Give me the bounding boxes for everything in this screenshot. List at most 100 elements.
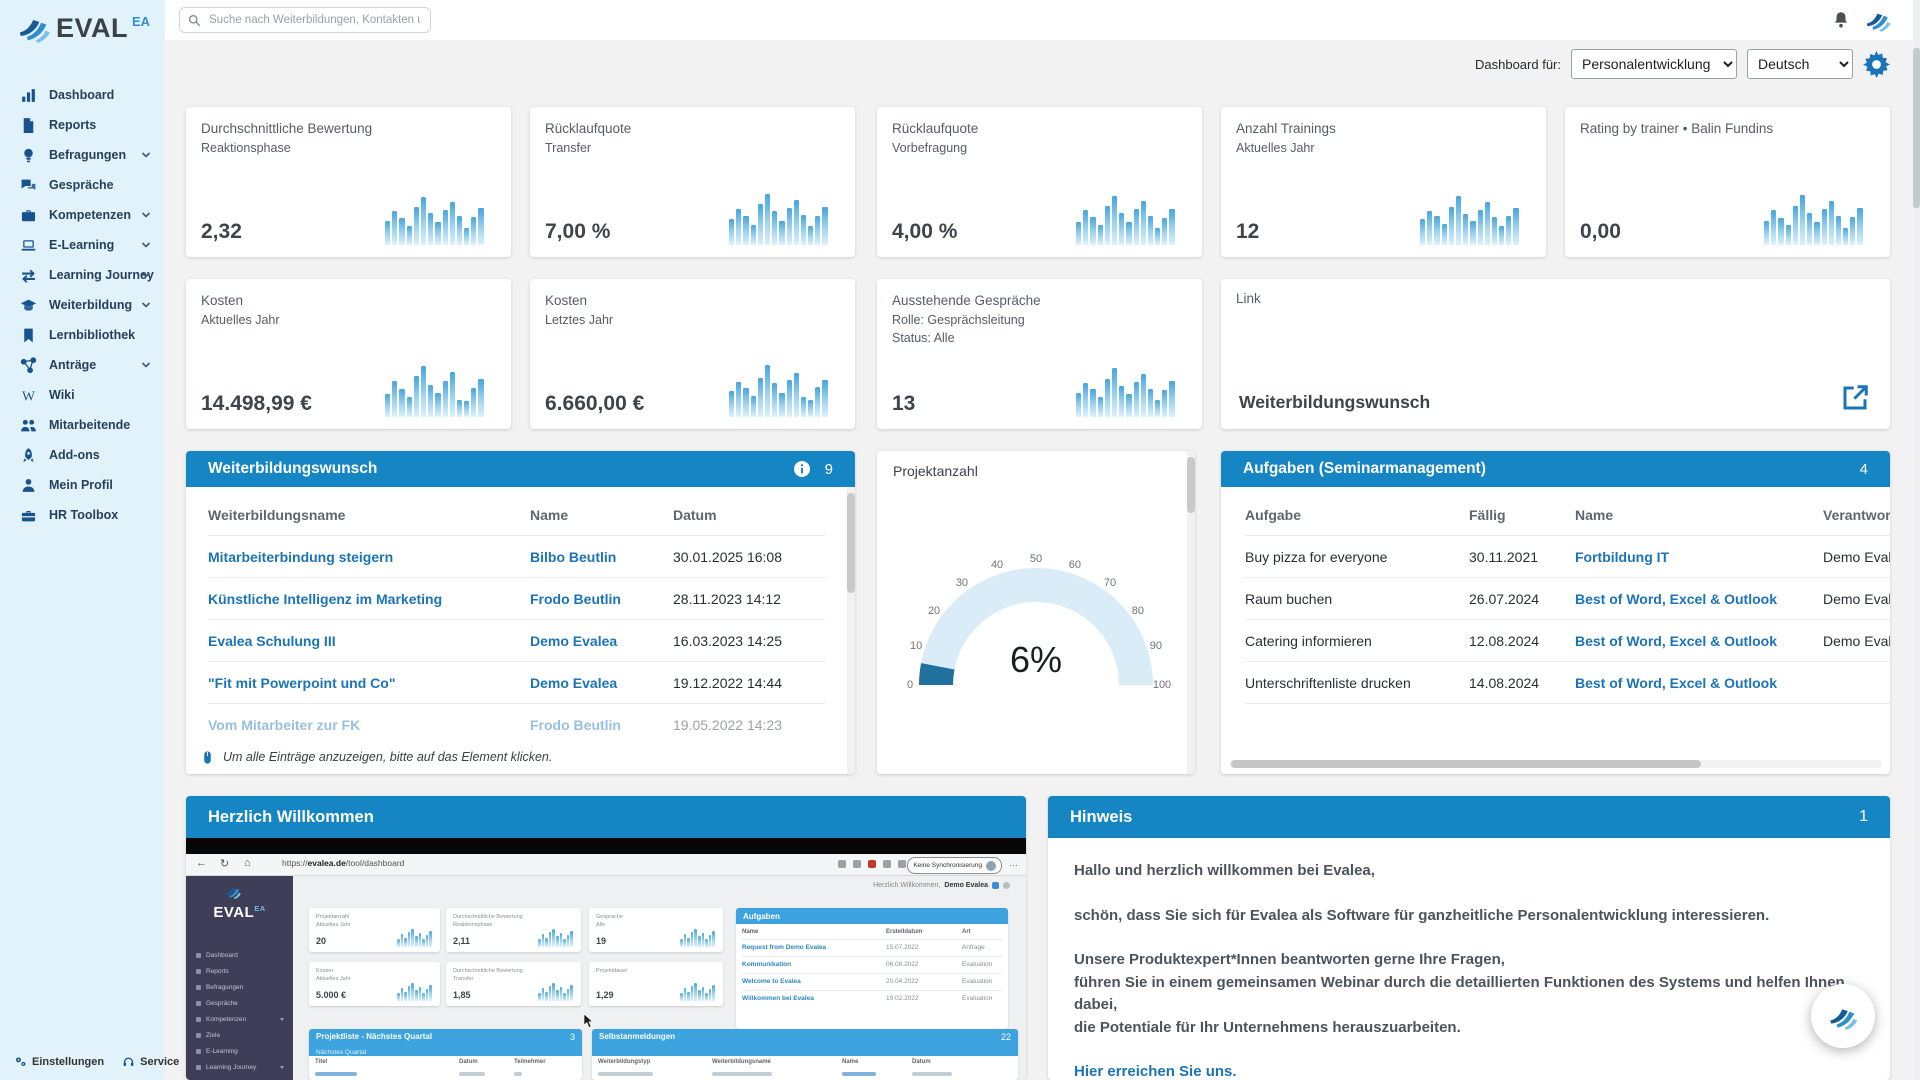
dashboard-audience-select[interactable]: Personalentwicklung	[1571, 49, 1737, 79]
embed-kpi-card: Durchschnittliche BewertungReaktionsphas…	[446, 908, 581, 952]
person-link[interactable]: Bilbo Beutlin	[530, 549, 616, 565]
evalea-logo[interactable]: EVAL EA	[16, 13, 150, 43]
panel-scrollbar-thumb[interactable]	[1187, 457, 1195, 513]
responsible-cell: Demo Evalea	[1823, 591, 1890, 607]
sidebar-item-learning-journey[interactable]: Learning Journey	[0, 260, 165, 290]
sidebar-item-wiki[interactable]: WWiki	[0, 380, 165, 410]
column-header: Datum	[673, 507, 717, 523]
kpi-card-kosten-letztes-jahr: KostenLetztes Jahr 6.660,00 €	[530, 279, 855, 429]
aufgaben-seminarmanagement-panel[interactable]: Aufgaben (Seminarmanagement) 4 Aufgabe F…	[1221, 451, 1890, 774]
mouse-cursor-icon	[583, 1014, 594, 1028]
kpi-card-bewertung-reaktionsphase: Durchschnittliche BewertungReaktionsphas…	[186, 107, 511, 257]
kpi-card-ruecklauf-vorbefragung: RücklaufquoteVorbefragung 4,00 %	[877, 107, 1202, 257]
task-cell: Unterschriftenliste drucken	[1245, 675, 1411, 691]
sidebar-item-mein-profil[interactable]: Mein Profil	[0, 470, 165, 500]
panel-title: Aufgaben (Seminarmanagement)	[1243, 460, 1486, 478]
kpi-value: 12	[1236, 220, 1259, 244]
panel-scrollbar-thumb[interactable]	[847, 493, 855, 593]
due-cell: 26.07.2024	[1469, 591, 1539, 607]
dashboard-controls: Dashboard für: Personalentwicklung Deuts…	[165, 40, 1904, 86]
kpi-value: 2,32	[201, 220, 242, 244]
sidebar-item-gespraeche[interactable]: Gespräche	[0, 170, 165, 200]
embed-nav-item: Befragungen	[196, 984, 243, 991]
person-link[interactable]: Frodo Beutlin	[530, 717, 621, 733]
embed-kpi-card: Projektdauer 1,29	[589, 962, 723, 1006]
training-link[interactable]: Mitarbeiterbindung steigern	[208, 549, 393, 565]
gauge-chart: 0102030405060708090100 6%	[896, 535, 1176, 705]
gauge-value: 6%	[896, 639, 1176, 681]
avatar	[986, 861, 996, 871]
sidebar-item-befragungen[interactable]: Befragungen	[0, 140, 165, 170]
contact-link[interactable]: Hier erreichen Sie uns.	[1074, 1061, 1860, 1080]
embed-nav-item: Dashboard	[196, 952, 238, 959]
embed-kpi-card: ProjektanzahlAktuelles Jahr 20	[309, 908, 440, 952]
chat-widget-button[interactable]	[1811, 984, 1875, 1048]
weiterbildungswunsch-panel[interactable]: Weiterbildungswunsch 9 Weiterbildungsnam…	[186, 451, 855, 774]
sidebar-item-reports[interactable]: Reports	[0, 110, 165, 140]
date-cell: 28.11.2023 14:12	[673, 591, 781, 607]
sidebar-item-kompetenzen[interactable]: Kompetenzen	[0, 200, 165, 230]
search-box[interactable]	[179, 7, 431, 33]
column-header: Weiterbildungsname	[208, 507, 345, 523]
training-link[interactable]: Künstliche Intelligenz im Marketing	[208, 591, 442, 607]
toolbox-icon	[20, 507, 37, 524]
link-card-weiterbildungswunsch[interactable]: Link Weiterbildungswunsch	[1221, 279, 1890, 429]
sidebar-item-hr-toolbox[interactable]: HR Toolbox	[0, 500, 165, 530]
sparkline-chart	[385, 187, 497, 245]
briefcase-icon	[20, 207, 37, 224]
evalea-mark-icon[interactable]	[1864, 8, 1892, 32]
page-scrollbar-thumb[interactable]	[1913, 48, 1920, 208]
sidebar-item-dashboard[interactable]: Dashboard	[0, 80, 165, 110]
gears-icon	[14, 1055, 27, 1068]
training-link[interactable]: "Fit mit Powerpoint und Co"	[208, 675, 395, 691]
training-link[interactable]: Evalea Schulung III	[208, 633, 336, 649]
horizontal-scrollbar-track[interactable]	[1229, 760, 1882, 768]
column-header: Aufgabe	[1245, 507, 1301, 523]
sidebar-item-antraege[interactable]: Anträge	[0, 350, 165, 380]
info-icon[interactable]	[793, 460, 811, 478]
date-cell: 19.05.2022 14:23	[673, 717, 782, 733]
sidebar-item-mitarbeitende[interactable]: Mitarbeitende	[0, 410, 165, 440]
training-link[interactable]: Vom Mitarbeiter zur FK	[208, 717, 360, 733]
training-link[interactable]: Best of Word, Excel & Outlook	[1575, 675, 1777, 691]
skeleton-row	[459, 1072, 485, 1076]
training-link[interactable]: Fortbildung IT	[1575, 549, 1669, 565]
people-icon	[20, 417, 37, 434]
sidebar-nav: Dashboard Reports Befragungen Gespräche …	[0, 80, 165, 530]
notifications-bell-icon[interactable]	[1832, 10, 1850, 29]
horizontal-scrollbar-thumb[interactable]	[1231, 760, 1701, 768]
sparkline-chart	[1076, 187, 1188, 245]
embed-nav-item: Learning Journey	[196, 1064, 256, 1071]
herzlich-willkommen-panel: Herzlich Willkommen ← ↻ ⌂ https://evalea…	[186, 796, 1026, 1080]
sparkline-chart	[729, 359, 841, 417]
embed-sidebar: EVALEA Dashboard Reports Befragungen Ges…	[186, 876, 293, 1080]
settings-gear-icon[interactable]	[1863, 51, 1890, 78]
notice-text: Hallo und herzlich willkommen bei Evalea…	[1074, 838, 1860, 1080]
sidebar-item-addons[interactable]: Add-ons	[0, 440, 165, 470]
sidebar-item-weiterbildung[interactable]: Weiterbildung	[0, 290, 165, 320]
sparkline-chart	[1420, 187, 1532, 245]
column-header: Verantwortlich	[1823, 507, 1890, 523]
sidebar-item-elearning[interactable]: E-Learning	[0, 230, 165, 260]
embed-nav-item: Kompetenzen	[196, 1016, 246, 1023]
training-link[interactable]: Best of Word, Excel & Outlook	[1575, 591, 1777, 607]
embed-tasks-panel: Aufgaben Name Erstelldatum Art Request f…	[736, 908, 1008, 1029]
external-link-icon[interactable]	[1840, 383, 1870, 413]
service-link[interactable]: Service	[122, 1055, 179, 1068]
sparkline-chart	[538, 927, 576, 947]
hinweis-panel: Hinweis 1 Hallo und herzlich willkommen …	[1048, 796, 1890, 1080]
person-link[interactable]: Demo Evalea	[530, 633, 617, 649]
kpi-card-ruecklauf-transfer: RücklaufquoteTransfer 7,00 %	[530, 107, 855, 257]
search-input[interactable]	[207, 13, 422, 27]
sidebar-item-lernbibliothek[interactable]: Lernbibliothek	[0, 320, 165, 350]
language-select[interactable]: Deutsch	[1747, 49, 1853, 79]
person-link[interactable]: Demo Evalea	[530, 675, 617, 691]
person-link[interactable]: Frodo Beutlin	[530, 591, 621, 607]
task-cell: Buy pizza for everyone	[1245, 549, 1387, 565]
browser-extension-icons	[838, 860, 906, 868]
settings-link[interactable]: Einstellungen	[14, 1055, 104, 1068]
rocket-icon	[20, 447, 37, 464]
training-link[interactable]: Best of Word, Excel & Outlook	[1575, 633, 1777, 649]
panel-count-badge: 9	[825, 461, 833, 478]
link-card-text[interactable]: Weiterbildungswunsch	[1239, 392, 1430, 413]
